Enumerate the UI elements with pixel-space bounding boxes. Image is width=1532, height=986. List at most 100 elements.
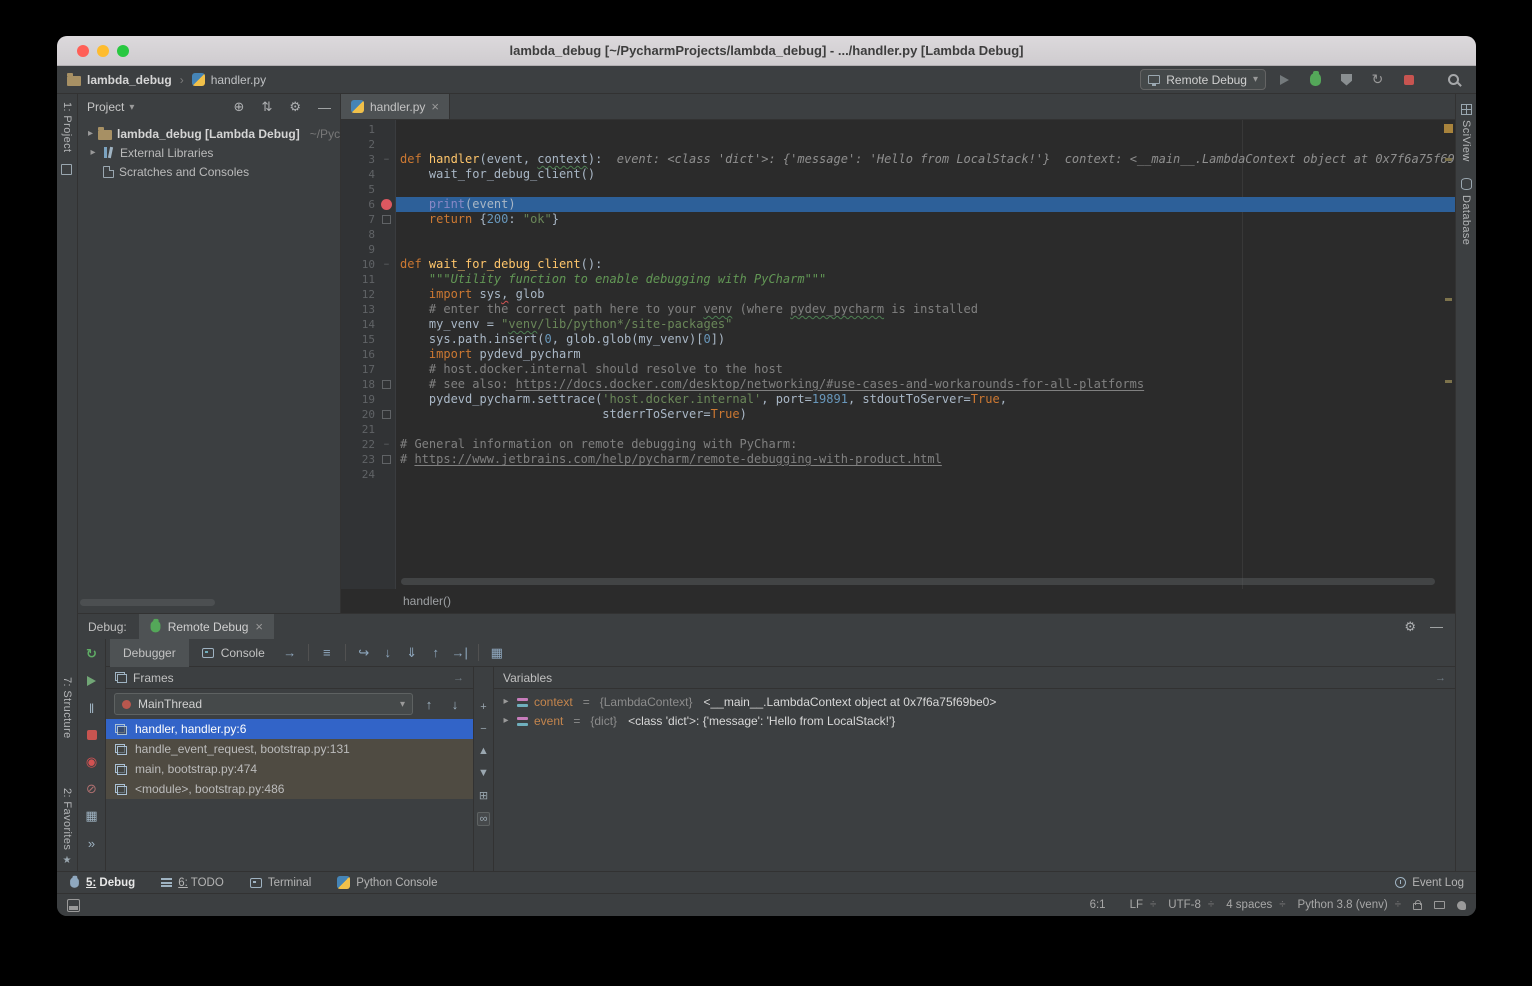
status-widget[interactable]: LF÷ <box>1130 899 1157 911</box>
caret-position[interactable]: 6:1 <box>1090 899 1106 911</box>
stop-debug-button[interactable] <box>83 726 101 744</box>
toolwindow-button-terminal[interactable]: Terminal <box>250 877 311 889</box>
line-number[interactable]: 7 <box>341 213 378 226</box>
line-number[interactable]: 8 <box>341 228 378 241</box>
zoom-window-button[interactable] <box>117 45 129 57</box>
pane-options-icon[interactable]: → <box>1435 672 1446 684</box>
code-line[interactable]: print(event) <box>396 197 1455 212</box>
frame-row[interactable]: handler, handler.py:6 <box>106 719 473 739</box>
editor-hscrollbar[interactable] <box>401 578 1435 585</box>
thread-select[interactable]: MainThread ▾ <box>114 693 413 715</box>
breakpoint-icon[interactable] <box>378 197 395 212</box>
stop-button[interactable] <box>1396 69 1421 91</box>
code-line[interactable] <box>396 137 1455 152</box>
move-up-icon[interactable]: ▲ <box>478 745 489 757</box>
step-out-button[interactable]: ↑ <box>424 641 448 665</box>
bookmark-toolwindow-icon[interactable] <box>61 164 72 175</box>
fold-marker[interactable] <box>378 407 395 422</box>
project-panel-title[interactable]: Project <box>87 100 124 114</box>
line-number[interactable]: 13 <box>341 303 378 316</box>
variable-row[interactable]: ▸event={dict}<class 'dict'>: {'message':… <box>494 711 1455 730</box>
toolwindow-button-python-console[interactable]: Python Console <box>337 876 437 889</box>
gear-icon[interactable]: ⚙ <box>289 99 301 115</box>
chevron-right-icon[interactable]: ▸ <box>88 128 93 139</box>
frame-row[interactable]: handle_event_request, bootstrap.py:131 <box>106 739 473 759</box>
event-log-button[interactable]: Event Log <box>1395 877 1464 889</box>
line-number[interactable]: 10 <box>341 258 378 271</box>
line-number[interactable]: 5 <box>341 183 378 196</box>
line-number[interactable]: 14 <box>341 318 378 331</box>
minimize-window-button[interactable] <box>97 45 109 57</box>
code-line[interactable]: pydevd_pycharm.settrace('host.docker.int… <box>396 392 1455 407</box>
editor-gutter[interactable]: 123−45678910−111213141516171819202122−23… <box>341 120 396 589</box>
fold-marker[interactable] <box>378 452 395 467</box>
pause-button[interactable]: ‖ <box>83 699 101 717</box>
code-line[interactable]: my_venv = "venv/lib/python*/site-package… <box>396 317 1455 332</box>
line-number[interactable]: 24 <box>341 468 378 481</box>
toolwindow-button-6-todo[interactable]: 6: TODO <box>161 877 224 889</box>
more-actions-button[interactable]: » <box>83 834 101 852</box>
code-line[interactable]: # General information on remote debuggin… <box>396 437 1455 452</box>
chevron-right-icon[interactable]: ▸ <box>501 696 511 707</box>
toolwindow-button-5-debug[interactable]: 5: Debug <box>69 876 135 889</box>
stripe-button[interactable]: Database <box>1456 178 1476 245</box>
hide-panel-icon[interactable]: — <box>1430 619 1443 634</box>
code-line[interactable]: """Utility function to enable debugging … <box>396 272 1455 287</box>
stripe-button[interactable]: 2: Favorites★ <box>57 788 77 866</box>
tree-item[interactable]: Scratches and Consoles <box>78 162 340 181</box>
close-tab-icon[interactable]: × <box>431 100 439 113</box>
code-line[interactable]: return {200: "ok"} <box>396 212 1455 227</box>
close-window-button[interactable] <box>77 45 89 57</box>
tab-console[interactable]: Console <box>189 639 278 667</box>
debug-button[interactable] <box>1303 69 1328 91</box>
code-line[interactable]: wait_for_debug_client() <box>396 167 1455 182</box>
inspection-indicator[interactable] <box>1444 124 1453 133</box>
code-line[interactable] <box>396 467 1455 482</box>
fold-marker[interactable]: − <box>378 437 395 452</box>
infinity-icon[interactable]: ∞ <box>477 812 491 826</box>
debug-menu-icon[interactable]: ≡ <box>315 641 339 665</box>
code-line[interactable] <box>396 227 1455 242</box>
line-number[interactable]: 19 <box>341 393 378 406</box>
code-line[interactable]: import pydevd_pycharm <box>396 347 1455 362</box>
restore-layout-button[interactable]: ▦ <box>83 807 101 825</box>
run-with-coverage-button[interactable] <box>1334 69 1359 91</box>
code-line[interactable] <box>396 242 1455 257</box>
frame-row[interactable]: main, bootstrap.py:474 <box>106 759 473 779</box>
line-number[interactable]: 3 <box>341 153 378 166</box>
line-number[interactable]: 23 <box>341 453 378 466</box>
variable-row[interactable]: ▸context={LambdaContext}<__main__.Lambda… <box>494 692 1455 711</box>
add-watch-icon[interactable]: + <box>480 701 486 713</box>
mute-breakpoints-button[interactable]: ⊘ <box>83 780 101 798</box>
frame-row[interactable]: <module>, bootstrap.py:486 <box>106 779 473 799</box>
line-number[interactable]: 22 <box>341 438 378 451</box>
code-line[interactable]: # see also: https://docs.docker.com/desk… <box>396 377 1455 392</box>
code-line[interactable] <box>396 422 1455 437</box>
status-widget[interactable]: Python 3.8 (venv)÷ <box>1298 899 1401 911</box>
breadcrumb-file[interactable]: handler.py <box>211 73 266 87</box>
chevron-right-icon[interactable]: ▸ <box>501 715 511 726</box>
code-line[interactable]: stderrToServer=True) <box>396 407 1455 422</box>
collapse-all-icon[interactable]: ⇅ <box>261 99 272 115</box>
previous-frame-button[interactable]: ↑ <box>419 697 439 712</box>
breadcrumb-project[interactable]: lambda_debug <box>87 73 172 87</box>
focus-on-output-icon[interactable]: → <box>278 641 302 665</box>
tree-item[interactable]: ▸lambda_debug [Lambda Debug]~/PycharmPro… <box>78 124 340 143</box>
chevron-right-icon[interactable]: ▸ <box>88 147 98 158</box>
run-to-cursor-button[interactable]: →| <box>448 641 472 665</box>
line-number[interactable]: 6 <box>341 198 378 211</box>
locate-file-icon[interactable]: ⊕ <box>234 99 245 115</box>
move-down-icon[interactable]: ▼ <box>478 767 489 779</box>
pane-options-icon[interactable]: → <box>453 672 464 684</box>
hide-panel-icon[interactable]: — <box>318 100 331 115</box>
line-number[interactable]: 1 <box>341 123 378 136</box>
stripe-button[interactable]: SciView <box>1456 104 1476 162</box>
fold-marker[interactable] <box>378 377 395 392</box>
status-widget[interactable]: 4 spaces÷ <box>1226 899 1285 911</box>
code-line[interactable]: sys.path.insert(0, glob.glob(my_venv)[0]… <box>396 332 1455 347</box>
error-stripe-mark[interactable] <box>1445 158 1452 161</box>
view-breakpoints-button[interactable]: ◉ <box>83 753 101 771</box>
line-number[interactable]: 15 <box>341 333 378 346</box>
gear-icon[interactable]: ⚙ <box>1404 619 1416 635</box>
search-everywhere-button[interactable] <box>1441 69 1466 91</box>
